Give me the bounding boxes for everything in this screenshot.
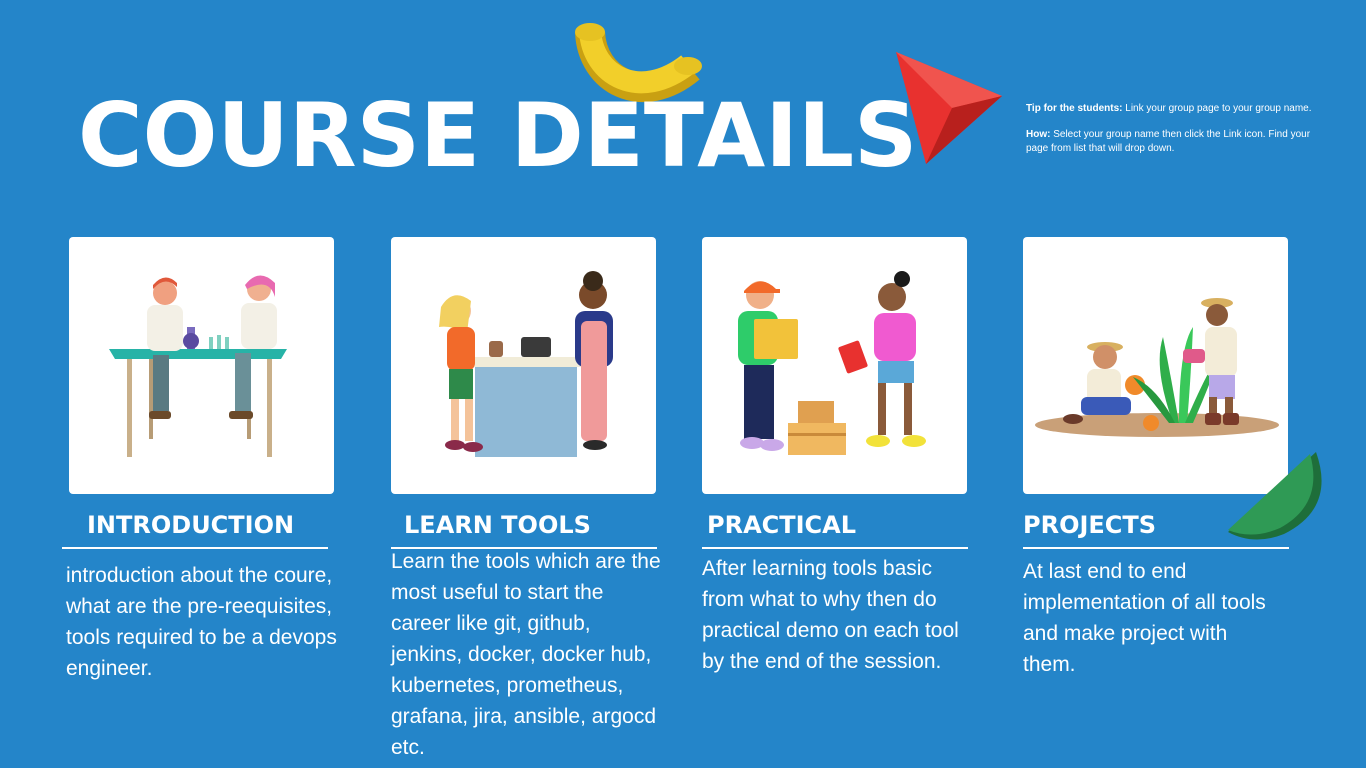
how-paragraph: How: Select your group name then click t… — [1026, 128, 1316, 156]
introduction-illustration-card — [69, 237, 334, 494]
section-heading-projects: PROJECTS — [1023, 511, 1157, 539]
section-divider-practical — [702, 547, 968, 549]
section-description-practical: After learning tools basic from what to … — [702, 557, 959, 673]
section-heading-introduction: INTRODUCTION — [87, 511, 295, 539]
tip-paragraph: Tip for the students: Link your group pa… — [1026, 102, 1316, 116]
section-heading-learn-tools: LEARN TOOLS — [404, 511, 591, 539]
practical-illustration-card — [702, 237, 967, 494]
tip-box: Tip for the students: Link your group pa… — [1026, 102, 1316, 168]
section-description-learn-tools: Learn the tools which are the most usefu… — [391, 550, 661, 759]
section-divider-projects — [1023, 547, 1289, 549]
page-title: COURSE DETAILS — [78, 84, 918, 187]
how-label: How: — [1026, 129, 1051, 140]
learn-tools-illustration-card — [391, 237, 656, 494]
how-text: Select your group name then click the Li… — [1026, 129, 1311, 154]
scientists-illustration — [109, 275, 287, 457]
section-divider-introduction — [62, 547, 328, 549]
tip-label: Tip for the students: — [1026, 103, 1123, 114]
section-heading-practical: PRACTICAL — [707, 511, 857, 539]
shop-counter-illustration — [439, 271, 613, 457]
green-half-disc-shape — [1228, 452, 1322, 540]
delivery-illustration — [738, 271, 926, 455]
tip-text: Link your group page to your group name. — [1122, 103, 1312, 114]
section-description-projects: At last end to end implementation of all… — [1023, 560, 1266, 676]
section-description-introduction: introduction about the coure, what are t… — [66, 564, 337, 680]
